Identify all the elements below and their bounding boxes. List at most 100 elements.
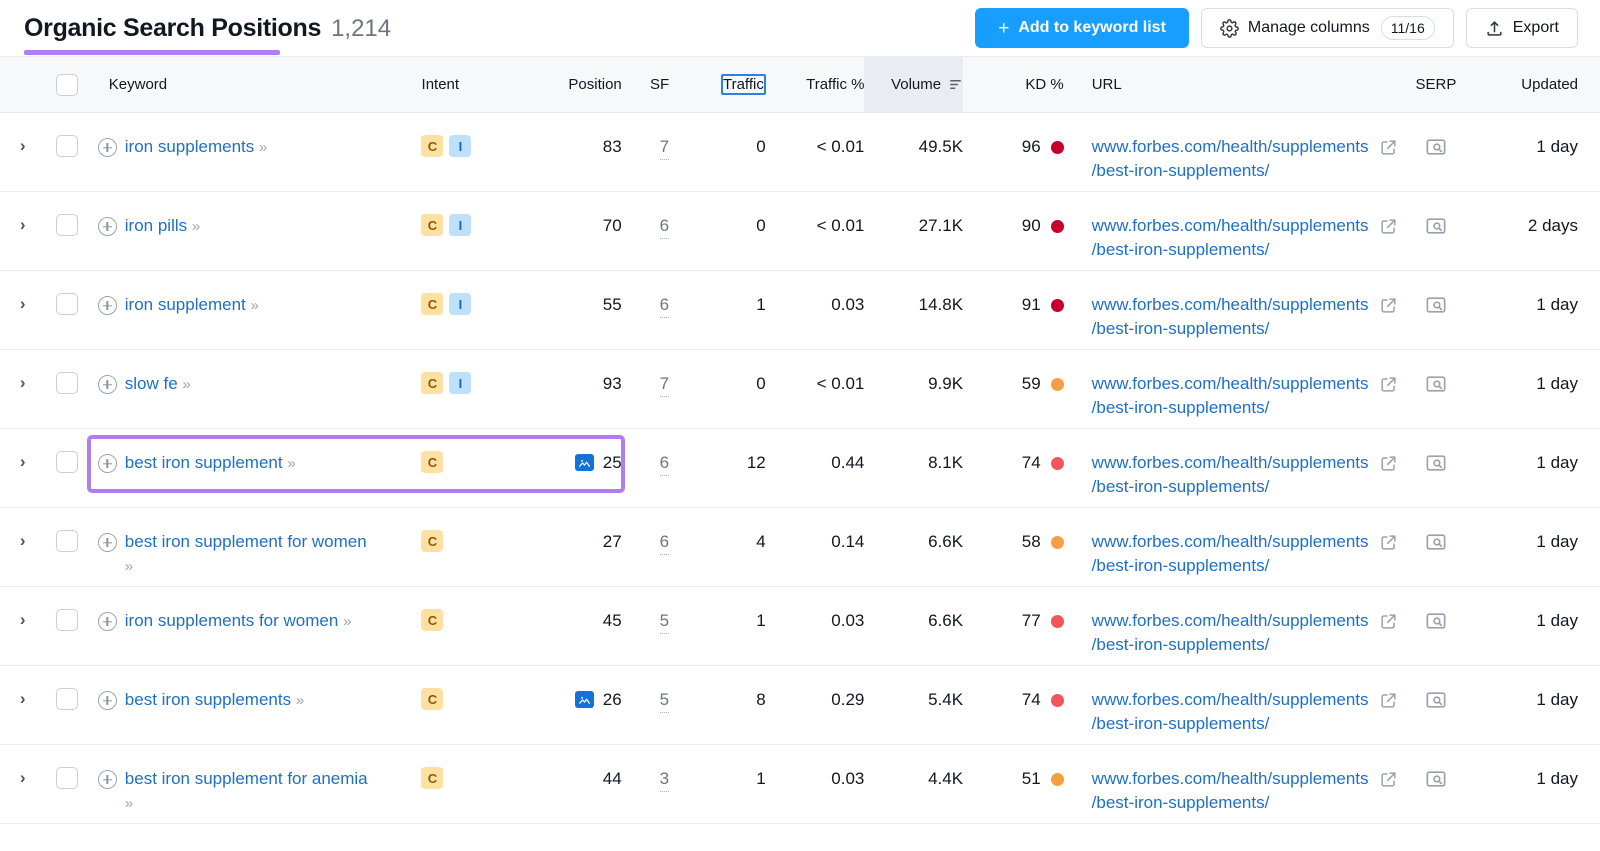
row-expand-toggle[interactable]: ›	[0, 587, 45, 665]
external-link-icon[interactable]	[1379, 612, 1398, 636]
url-link[interactable]: www.forbes.com/health/supplements/best-i…	[1092, 530, 1369, 578]
add-keyword-icon[interactable]	[97, 217, 117, 236]
add-keyword-icon[interactable]	[97, 691, 117, 710]
select-all-header[interactable]	[45, 57, 88, 112]
row-checkbox[interactable]	[56, 293, 79, 315]
serp-preview-icon[interactable]	[1425, 374, 1447, 399]
intent-badge-i[interactable]: I	[449, 214, 472, 236]
intent-badge-i[interactable]: I	[449, 135, 472, 157]
keyword-link[interactable]: iron supplements »	[125, 135, 268, 160]
row-select-cell[interactable]	[45, 666, 88, 744]
table-row[interactable]: › iron supplements for women » C 45 5 1 …	[0, 587, 1600, 666]
url-link[interactable]: www.forbes.com/health/supplements/best-i…	[1092, 214, 1369, 262]
sf-value[interactable]: 5	[659, 688, 670, 713]
intent-badge-c[interactable]: C	[421, 767, 444, 789]
manage-columns-button[interactable]: Manage columns 11/16	[1200, 8, 1454, 48]
keyword-link[interactable]: iron supplement »	[125, 293, 259, 318]
table-row[interactable]: › slow fe » CI 93 7 0 < 0.01 9.9K 59 www…	[0, 350, 1600, 429]
add-to-keyword-list-button[interactable]: + Add to keyword list	[975, 8, 1189, 48]
sf-value[interactable]: 7	[659, 372, 670, 397]
external-link-icon[interactable]	[1379, 770, 1398, 794]
external-link-icon[interactable]	[1379, 454, 1398, 478]
table-row[interactable]: › iron supplements » CI 83 7 0 < 0.01 49…	[0, 113, 1600, 192]
keyword-link[interactable]: iron supplements for women »	[125, 609, 352, 634]
row-checkbox[interactable]	[56, 451, 79, 473]
table-row[interactable]: › best iron supplement » C 25 6 12 0.44 …	[0, 429, 1600, 508]
sf-value[interactable]: 3	[659, 767, 670, 792]
sf-value[interactable]: 6	[659, 451, 670, 476]
sf-value[interactable]: 6	[659, 530, 670, 555]
url-link[interactable]: www.forbes.com/health/supplements/best-i…	[1092, 293, 1369, 341]
column-header-kd[interactable]: KD %	[963, 57, 1072, 112]
url-link[interactable]: www.forbes.com/health/supplements/best-i…	[1092, 135, 1369, 183]
add-keyword-icon[interactable]	[97, 296, 117, 315]
table-row[interactable]: › best iron supplement for anemia » C 44…	[0, 745, 1600, 824]
row-select-cell[interactable]	[45, 192, 88, 270]
intent-badge-c[interactable]: C	[421, 293, 444, 315]
keyword-link[interactable]: best iron supplement for women »	[125, 530, 375, 579]
intent-badge-c[interactable]: C	[421, 135, 444, 157]
row-expand-toggle[interactable]: ›	[0, 508, 45, 586]
intent-badge-c[interactable]: C	[421, 214, 444, 236]
column-header-url[interactable]: URL	[1072, 57, 1401, 112]
external-link-icon[interactable]	[1379, 691, 1398, 715]
row-checkbox[interactable]	[56, 767, 79, 789]
serp-preview-icon[interactable]	[1425, 532, 1447, 557]
intent-badge-i[interactable]: I	[449, 372, 472, 394]
column-header-intent[interactable]: Intent	[418, 57, 517, 112]
select-all-checkbox[interactable]	[56, 73, 79, 96]
serp-preview-icon[interactable]	[1425, 453, 1447, 478]
external-link-icon[interactable]	[1379, 217, 1398, 241]
intent-badge-c[interactable]: C	[421, 688, 444, 710]
row-expand-toggle[interactable]: ›	[0, 429, 45, 507]
row-select-cell[interactable]	[45, 429, 88, 507]
external-link-icon[interactable]	[1379, 533, 1398, 557]
row-checkbox[interactable]	[56, 214, 79, 236]
keyword-link[interactable]: slow fe »	[125, 372, 191, 397]
row-select-cell[interactable]	[45, 350, 88, 428]
sf-value[interactable]: 7	[659, 135, 670, 160]
serp-preview-icon[interactable]	[1425, 295, 1447, 320]
intent-badge-c[interactable]: C	[421, 372, 444, 394]
keyword-link[interactable]: best iron supplement for anemia »	[125, 767, 375, 816]
add-keyword-icon[interactable]	[97, 770, 117, 789]
add-keyword-icon[interactable]	[97, 612, 117, 631]
table-row[interactable]: › iron pills » CI 70 6 0 < 0.01 27.1K 90…	[0, 192, 1600, 271]
serp-preview-icon[interactable]	[1425, 690, 1447, 715]
row-expand-toggle[interactable]: ›	[0, 271, 45, 349]
add-keyword-icon[interactable]	[97, 375, 117, 394]
column-header-sf[interactable]: SF	[625, 57, 669, 112]
row-expand-toggle[interactable]: ›	[0, 350, 45, 428]
serp-preview-icon[interactable]	[1425, 216, 1447, 241]
column-header-serp[interactable]: SERP	[1400, 57, 1471, 112]
column-header-volume[interactable]: Volume	[864, 57, 964, 112]
sf-value[interactable]: 5	[659, 609, 670, 634]
table-row[interactable]: › iron supplement » CI 55 6 1 0.03 14.8K	[0, 271, 1600, 350]
add-keyword-icon[interactable]	[97, 138, 117, 157]
row-checkbox[interactable]	[56, 609, 79, 631]
intent-badge-i[interactable]: I	[449, 293, 472, 315]
row-checkbox[interactable]	[56, 372, 79, 394]
add-keyword-icon[interactable]	[97, 454, 117, 473]
row-select-cell[interactable]	[45, 113, 88, 191]
row-select-cell[interactable]	[45, 271, 88, 349]
column-header-traffic-percent[interactable]: Traffic %	[766, 57, 864, 112]
column-header-position[interactable]: Position	[516, 57, 625, 112]
export-button[interactable]: Export	[1465, 8, 1578, 48]
add-keyword-icon[interactable]	[97, 533, 117, 552]
row-expand-toggle[interactable]: ›	[0, 666, 45, 744]
intent-badge-c[interactable]: C	[421, 609, 444, 631]
row-expand-toggle[interactable]: ›	[0, 745, 45, 823]
url-link[interactable]: www.forbes.com/health/supplements/best-i…	[1092, 372, 1369, 420]
row-expand-toggle[interactable]: ›	[0, 113, 45, 191]
row-checkbox[interactable]	[56, 530, 79, 552]
keyword-link[interactable]: iron pills »	[125, 214, 200, 239]
keyword-link[interactable]: best iron supplements »	[125, 688, 304, 713]
intent-badge-c[interactable]: C	[421, 451, 444, 473]
url-link[interactable]: www.forbes.com/health/supplements/best-i…	[1092, 688, 1369, 736]
keyword-link[interactable]: best iron supplement »	[125, 451, 296, 476]
url-link[interactable]: www.forbes.com/health/supplements/best-i…	[1092, 609, 1369, 657]
column-header-updated[interactable]: Updated	[1471, 57, 1600, 112]
serp-preview-icon[interactable]	[1425, 611, 1447, 636]
column-header-keyword[interactable]: Keyword	[89, 57, 418, 112]
